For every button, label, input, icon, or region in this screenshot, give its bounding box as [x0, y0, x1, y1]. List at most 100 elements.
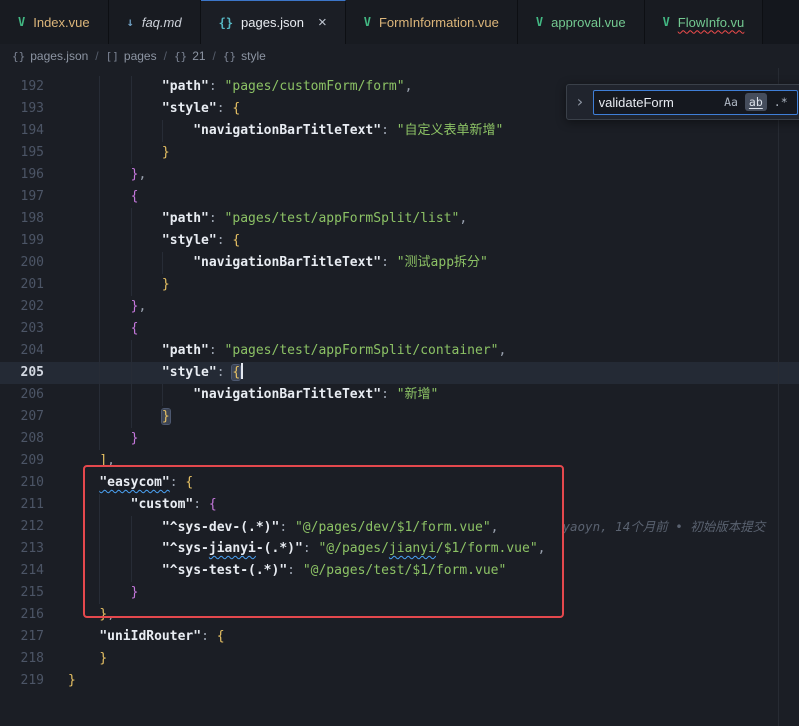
line-number: 219	[0, 670, 44, 692]
line-number: 204	[0, 340, 44, 362]
indent-guide	[131, 142, 132, 164]
code-line-content[interactable]: "uniIdRouter": {	[44, 626, 799, 648]
code-token: :	[217, 233, 233, 248]
code-line-content[interactable]: "navigationBarTitleText": "新增"	[44, 384, 799, 406]
code-line-content[interactable]: "^sys-test-(.*)": "@/pages/test/$1/form.…	[44, 560, 799, 582]
indent-guide	[131, 406, 132, 428]
code-line: 218 }	[0, 648, 799, 670]
search-query-text[interactable]: validateForm	[599, 95, 717, 110]
code-token: "style"	[162, 365, 217, 380]
code-line-content[interactable]: },	[44, 164, 799, 186]
indent-guide	[99, 98, 100, 120]
code-token	[68, 101, 162, 116]
line-number: 201	[0, 274, 44, 296]
code-line: 210 "easycom": {	[0, 472, 799, 494]
line-number: 207	[0, 406, 44, 428]
code-line-content[interactable]: "easycom": {	[44, 472, 799, 494]
toggle-replace-chevron-icon[interactable]: ›	[575, 94, 585, 110]
regex-icon[interactable]: .*	[770, 93, 792, 111]
line-number: 208	[0, 428, 44, 450]
breadcrumb-label: 21	[192, 49, 205, 63]
code-line-content[interactable]: "navigationBarTitleText": "测试app拆分"	[44, 252, 799, 274]
code-token: "^sys-dev-(.*)"	[162, 520, 279, 535]
tab-approval-vue[interactable]: Vapproval.vue	[518, 0, 645, 44]
indent-guide	[131, 76, 132, 98]
code-token: ,	[138, 167, 146, 182]
code-token: :	[381, 255, 397, 270]
code-line-content[interactable]: {	[44, 186, 799, 208]
code-line-content[interactable]: "custom": {	[44, 494, 799, 516]
code-line-content[interactable]: "style": {	[44, 362, 799, 384]
code-token: ,	[107, 607, 115, 622]
code-token: ,	[498, 343, 506, 358]
code-line-content[interactable]: }	[44, 670, 799, 692]
code-token: "navigationBarTitleText"	[193, 387, 381, 402]
match-case-icon[interactable]: Aa	[720, 93, 742, 111]
code-line-content[interactable]: }	[44, 406, 799, 428]
code-line-content[interactable]: }	[44, 274, 799, 296]
code-token: :	[381, 387, 397, 402]
tab-flowinfo-vu[interactable]: V FlowInfo.vu	[645, 0, 764, 44]
code-line-content[interactable]: }	[44, 428, 799, 450]
code-line-content[interactable]: },	[44, 296, 799, 318]
code-token: "pages/test/appFormSplit/container"	[225, 343, 499, 358]
code-line-content[interactable]: },	[44, 604, 799, 626]
vue-icon: V	[663, 15, 670, 29]
line-number: 217	[0, 626, 44, 648]
line-number: 202	[0, 296, 44, 318]
indent-guide	[99, 428, 100, 450]
tab-forminformation-vue[interactable]: VFormInformation.vue	[346, 0, 518, 44]
whole-word-icon[interactable]: ab	[745, 93, 767, 111]
scrollbar-track[interactable]	[778, 68, 799, 726]
breadcrumb-item-21[interactable]: {}21	[174, 49, 206, 63]
editor: 192 "path": "pages/customForm/form",193 …	[0, 68, 799, 726]
code-token: {	[217, 629, 225, 644]
code-token: {	[232, 365, 240, 380]
code-line-content[interactable]: "^sys-jianyi-(.*)": "@/pages/jianyi/$1/f…	[44, 538, 799, 560]
code-line-content[interactable]: "navigationBarTitleText": "自定义表单新增"	[44, 120, 799, 142]
code-token: :	[170, 475, 186, 490]
code-line-content[interactable]: }	[44, 142, 799, 164]
code-line: 212 "^sys-dev-(.*)": "@/pages/dev/$1/for…	[0, 516, 799, 538]
code-line-content[interactable]: "path": "pages/test/appFormSplit/list",	[44, 208, 799, 230]
line-number: 203	[0, 318, 44, 340]
line-number: 212	[0, 516, 44, 538]
code-token: "^sys-	[162, 541, 209, 556]
code-line-content[interactable]: }	[44, 582, 799, 604]
code-token	[68, 453, 99, 468]
line-number: 213	[0, 538, 44, 560]
code-token: "新增"	[397, 387, 439, 402]
indent-guide	[131, 362, 132, 384]
code-token	[68, 651, 99, 666]
code-line-content[interactable]: }	[44, 648, 799, 670]
tab-index-vue[interactable]: VIndex.vue	[0, 0, 109, 44]
tab-faq-md[interactable]: ↓faq.md	[109, 0, 201, 44]
code-line-content[interactable]: ],	[44, 450, 799, 472]
code-token: "自定义表单新增"	[397, 123, 504, 138]
code-line-content[interactable]: "^sys-dev-(.*)": "@/pages/dev/$1/form.vu…	[44, 516, 799, 538]
line-number: 197	[0, 186, 44, 208]
breadcrumb-item-style[interactable]: {}style	[223, 49, 266, 63]
tab-label: FlowInfo.vu	[678, 15, 744, 30]
tab-pages-json[interactable]: {}pages.json×	[201, 0, 346, 44]
code-token: ,	[538, 541, 546, 556]
search-input[interactable]: validateForm Aa ab .*	[593, 90, 798, 115]
code-line: 206 "navigationBarTitleText": "新增"	[0, 384, 799, 406]
code-line: 196 },	[0, 164, 799, 186]
code-token: "easycom"	[99, 475, 169, 490]
line-number: 195	[0, 142, 44, 164]
indent-guide	[99, 230, 100, 252]
indent-guide	[99, 296, 100, 318]
breadcrumb-item-pages-json[interactable]: {}pages.json	[12, 49, 88, 63]
breadcrumb-label: pages.json	[30, 49, 88, 63]
code-token	[68, 409, 162, 424]
close-icon[interactable]: ×	[318, 15, 327, 30]
code-token: "style"	[162, 233, 217, 248]
code-line-content[interactable]: "style": {	[44, 230, 799, 252]
code-line-content[interactable]: {	[44, 318, 799, 340]
code-token: }	[131, 585, 139, 600]
breadcrumb-item-pages[interactable]: []pages	[106, 49, 157, 63]
line-number: 196	[0, 164, 44, 186]
code-line-content[interactable]: "path": "pages/test/appFormSplit/contain…	[44, 340, 799, 362]
indent-guide	[99, 142, 100, 164]
